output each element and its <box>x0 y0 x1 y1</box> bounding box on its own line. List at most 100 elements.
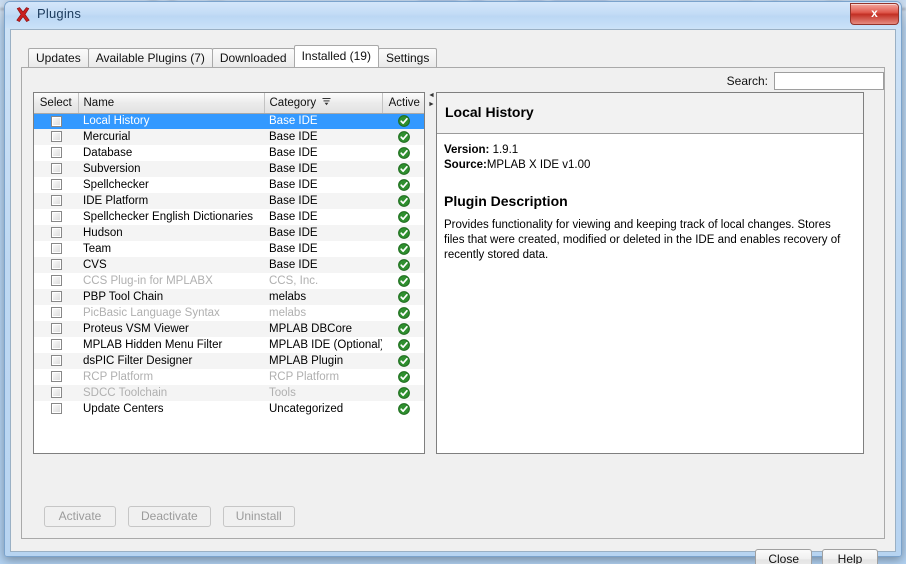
table-row[interactable]: SubversionBase IDE <box>34 161 425 177</box>
row-select-cell[interactable] <box>34 113 78 129</box>
row-select-cell[interactable] <box>34 209 78 225</box>
active-check-icon <box>398 323 410 335</box>
row-select-cell[interactable] <box>34 193 78 209</box>
tab-available-plugins[interactable]: Available Plugins (7) <box>88 48 213 67</box>
help-button[interactable]: Help <box>822 549 878 564</box>
row-checkbox[interactable] <box>51 131 62 142</box>
title-bar: Plugins x <box>5 2 901 28</box>
table-row[interactable]: PicBasic Language Syntaxmelabs <box>34 305 425 321</box>
row-checkbox[interactable] <box>51 259 62 270</box>
row-checkbox[interactable] <box>51 339 62 350</box>
row-select-cell[interactable] <box>34 145 78 161</box>
row-checkbox[interactable] <box>51 371 62 382</box>
table-row[interactable]: IDE PlatformBase IDE <box>34 193 425 209</box>
row-select-cell[interactable] <box>34 289 78 305</box>
row-active-cell <box>382 337 425 353</box>
row-select-cell[interactable] <box>34 225 78 241</box>
row-checkbox[interactable] <box>51 307 62 318</box>
row-name-cell: Hudson <box>78 225 264 241</box>
active-check-icon <box>398 307 410 319</box>
table-row[interactable]: SDCC ToolchainTools <box>34 385 425 401</box>
action-button-row: Activate Deactivate Uninstall <box>44 506 295 527</box>
row-checkbox[interactable] <box>51 323 62 334</box>
table-row[interactable]: Update CentersUncategorized <box>34 401 425 417</box>
row-category-cell: Base IDE <box>264 145 382 161</box>
deactivate-button[interactable]: Deactivate <box>128 506 211 527</box>
table-row[interactable]: Proteus VSM ViewerMPLAB DBCore <box>34 321 425 337</box>
tab-updates[interactable]: Updates <box>28 48 89 67</box>
table-row[interactable]: DatabaseBase IDE <box>34 145 425 161</box>
row-select-cell[interactable] <box>34 177 78 193</box>
row-checkbox[interactable] <box>51 195 62 206</box>
detail-description-heading: Plugin Description <box>444 194 853 209</box>
row-checkbox[interactable] <box>51 243 62 254</box>
active-check-icon <box>398 291 410 303</box>
row-select-cell[interactable] <box>34 369 78 385</box>
table-row[interactable]: TeamBase IDE <box>34 241 425 257</box>
column-header-active[interactable]: Active <box>382 93 425 113</box>
table-row[interactable]: MPLAB Hidden Menu FilterMPLAB IDE (Optio… <box>34 337 425 353</box>
plugin-detail-panel: Local History Version: 1.9.1 Source:MPLA… <box>436 92 864 454</box>
search-input[interactable] <box>774 72 884 90</box>
row-active-cell <box>382 145 425 161</box>
row-checkbox[interactable] <box>51 291 62 302</box>
row-name-cell: Local History <box>78 113 264 129</box>
row-category-cell: Base IDE <box>264 193 382 209</box>
row-select-cell[interactable] <box>34 161 78 177</box>
row-checkbox[interactable] <box>51 387 62 398</box>
splitter-collapse-left-icon[interactable]: ◄ <box>428 92 435 99</box>
table-row[interactable]: MercurialBase IDE <box>34 129 425 145</box>
row-select-cell[interactable] <box>34 385 78 401</box>
row-active-cell <box>382 113 425 129</box>
row-select-cell[interactable] <box>34 129 78 145</box>
row-checkbox[interactable] <box>51 355 62 366</box>
row-name-cell: Database <box>78 145 264 161</box>
table-row[interactable]: CCS Plug-in for MPLABXCCS, Inc. <box>34 273 425 289</box>
tab-installed[interactable]: Installed (19) <box>294 45 379 67</box>
tab-downloaded[interactable]: Downloaded <box>212 48 295 67</box>
row-checkbox[interactable] <box>51 116 62 127</box>
column-header-category[interactable]: Category <box>264 93 382 113</box>
row-select-cell[interactable] <box>34 257 78 273</box>
active-check-icon <box>398 195 410 207</box>
row-checkbox[interactable] <box>51 179 62 190</box>
table-row[interactable]: Spellchecker English DictionariesBase ID… <box>34 209 425 225</box>
row-select-cell[interactable] <box>34 273 78 289</box>
uninstall-button[interactable]: Uninstall <box>223 506 295 527</box>
row-name-cell: Team <box>78 241 264 257</box>
plugins-table[interactable]: Select Name Category <box>33 92 425 454</box>
search-row: Search: <box>727 72 884 90</box>
row-checkbox[interactable] <box>51 275 62 286</box>
panel-splitter[interactable]: ◄ ► <box>428 92 435 454</box>
activate-button[interactable]: Activate <box>44 506 116 527</box>
row-select-cell[interactable] <box>34 321 78 337</box>
row-checkbox[interactable] <box>51 147 62 158</box>
row-checkbox[interactable] <box>51 163 62 174</box>
column-header-select[interactable]: Select <box>34 93 78 113</box>
splitter-collapse-right-icon[interactable]: ► <box>428 101 435 108</box>
table-row[interactable]: dsPIC Filter DesignerMPLAB Plugin <box>34 353 425 369</box>
row-checkbox[interactable] <box>51 211 62 222</box>
row-select-cell[interactable] <box>34 305 78 321</box>
tab-settings[interactable]: Settings <box>378 48 437 67</box>
table-row[interactable]: Local HistoryBase IDE <box>34 113 425 129</box>
close-button[interactable]: Close <box>755 549 812 564</box>
row-select-cell[interactable] <box>34 241 78 257</box>
row-checkbox[interactable] <box>51 227 62 238</box>
row-checkbox[interactable] <box>51 403 62 414</box>
window-close-icon[interactable]: x <box>850 3 899 25</box>
row-select-cell[interactable] <box>34 401 78 417</box>
table-row[interactable]: SpellcheckerBase IDE <box>34 177 425 193</box>
column-header-name[interactable]: Name <box>78 93 264 113</box>
table-row[interactable]: PBP Tool Chainmelabs <box>34 289 425 305</box>
row-active-cell <box>382 177 425 193</box>
row-select-cell[interactable] <box>34 337 78 353</box>
row-select-cell[interactable] <box>34 353 78 369</box>
row-active-cell <box>382 209 425 225</box>
table-row[interactable]: CVSBase IDE <box>34 257 425 273</box>
table-row[interactable]: RCP PlatformRCP Platform <box>34 369 425 385</box>
active-check-icon <box>398 371 410 383</box>
search-label: Search: <box>727 74 768 88</box>
table-row[interactable]: HudsonBase IDE <box>34 225 425 241</box>
active-check-icon <box>398 211 410 223</box>
